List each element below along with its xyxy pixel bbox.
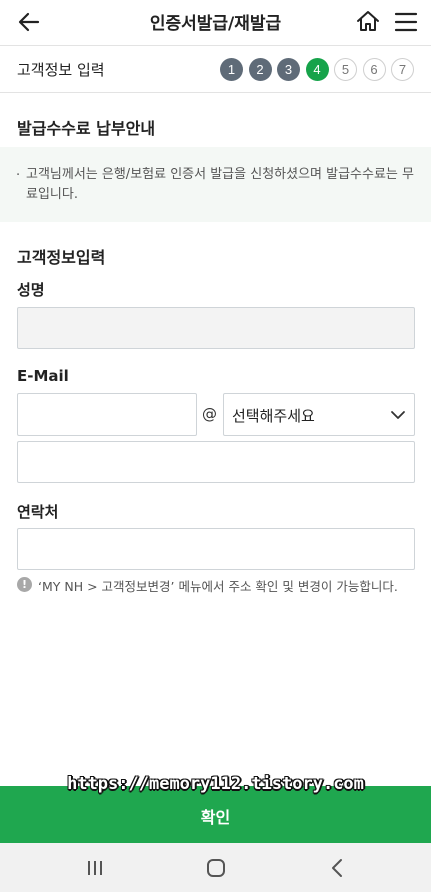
step-7: 7 — [391, 58, 414, 81]
fee-notice-box: · 고객님께서는 은행/보험료 인증서 발급을 신청하셨으며 발급수수료는 무료… — [0, 147, 431, 222]
name-label: 성명 — [17, 281, 45, 299]
confirm-button[interactable]: 확인 — [0, 786, 431, 843]
address-info-text: ‘MY NH > 고객정보변경’ 메뉴에서 주소 확인 및 변경이 가능합니다. — [38, 579, 398, 594]
email-domain-select-value: 선택해주세요 — [232, 407, 315, 425]
email-id-input[interactable] — [17, 393, 197, 436]
chevron-down-icon — [391, 411, 405, 419]
form-title: 고객정보입력 — [17, 248, 106, 267]
step-3: 3 — [277, 58, 300, 81]
step-indicator: 1234567 — [220, 58, 420, 81]
contact-input[interactable] — [17, 528, 415, 570]
home-icon[interactable] — [355, 8, 381, 34]
name-field — [17, 307, 415, 349]
step-2: 2 — [248, 58, 272, 81]
info-exclamation-icon: ! — [17, 577, 32, 592]
contact-label: 연락처 — [17, 503, 59, 521]
step-6: 6 — [362, 58, 386, 81]
fee-notice-text: 고객님께서는 은행/보험료 인증서 발급을 신청하셨으며 발급수수료는 무료입니… — [26, 167, 414, 202]
recent-apps-icon[interactable] — [84, 857, 106, 879]
step-1: 1 — [220, 58, 243, 81]
hamburger-menu-icon[interactable] — [393, 9, 419, 35]
step-5: 5 — [334, 58, 357, 81]
email-label: E-Mail — [17, 367, 69, 385]
step-label: 고객정보 입력 — [17, 61, 105, 79]
back-nav-icon[interactable] — [327, 857, 349, 879]
email-domain-select[interactable]: 선택해주세요 — [223, 393, 415, 436]
fee-section-title: 발급수수료 납부안내 — [17, 119, 156, 138]
step-4: 4 — [305, 58, 329, 81]
system-nav-bar — [0, 843, 431, 892]
at-sign: @ — [202, 405, 217, 423]
notice-bullet: · — [16, 168, 21, 183]
email-domain-input[interactable] — [17, 441, 415, 483]
app-header: 인증서발급/재발급 — [0, 0, 431, 46]
home-nav-icon[interactable] — [205, 857, 227, 879]
watermark: https://memory112.tistory.com — [67, 774, 364, 794]
